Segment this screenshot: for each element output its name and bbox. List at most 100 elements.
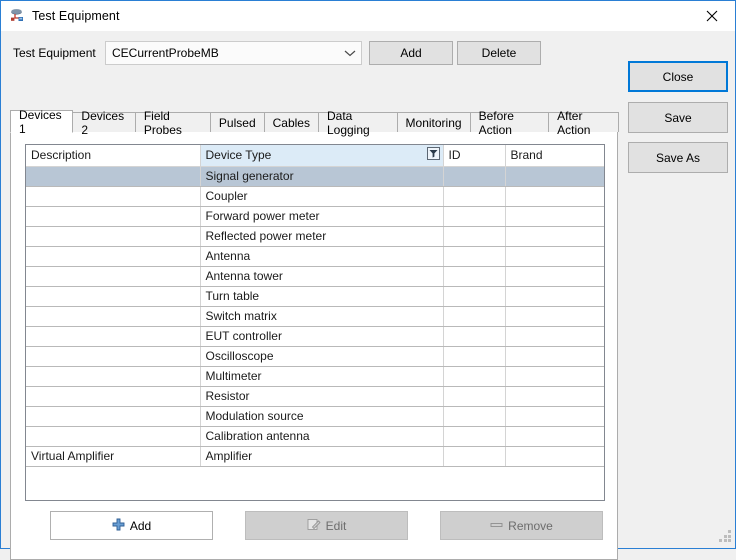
cell-brand[interactable]	[505, 206, 604, 226]
tab-devices-2[interactable]: Devices 2	[72, 112, 135, 132]
cell-device-type[interactable]: Switch matrix	[200, 306, 443, 326]
table-row[interactable]: Oscilloscope	[26, 346, 604, 366]
cell-device-type[interactable]: Antenna	[200, 246, 443, 266]
cell-device-type[interactable]: EUT controller	[200, 326, 443, 346]
table-row[interactable]: Multimeter	[26, 366, 604, 386]
table-row[interactable]: Turn table	[26, 286, 604, 306]
cell-id[interactable]	[443, 186, 505, 206]
cell-brand[interactable]	[505, 226, 604, 246]
cell-description[interactable]	[26, 246, 200, 266]
cell-device-type[interactable]: Reflected power meter	[200, 226, 443, 246]
cell-brand[interactable]	[505, 246, 604, 266]
cell-description[interactable]	[26, 426, 200, 446]
cell-device-type[interactable]: Resistor	[200, 386, 443, 406]
table-row[interactable]: Switch matrix	[26, 306, 604, 326]
delete-equipment-button[interactable]: Delete	[457, 41, 541, 65]
cell-device-type[interactable]: Forward power meter	[200, 206, 443, 226]
cell-id[interactable]	[443, 286, 505, 306]
cell-id[interactable]	[443, 306, 505, 326]
cell-device-type[interactable]: Multimeter	[200, 366, 443, 386]
tab-devices-1[interactable]: Devices 1	[10, 110, 73, 133]
close-button[interactable]: Close	[628, 61, 728, 92]
table-row[interactable]: Calibration antenna	[26, 426, 604, 446]
cell-brand[interactable]	[505, 306, 604, 326]
cell-device-type[interactable]: Oscilloscope	[200, 346, 443, 366]
close-icon[interactable]	[689, 1, 735, 31]
cell-brand[interactable]	[505, 426, 604, 446]
table-row[interactable]: Antenna tower	[26, 266, 604, 286]
cell-description[interactable]	[26, 186, 200, 206]
tab-pulsed[interactable]: Pulsed	[210, 112, 265, 132]
cell-brand[interactable]	[505, 186, 604, 206]
devices-grid[interactable]: DescriptionDevice TypeIDBrand Signal gen…	[25, 144, 605, 501]
resize-grip[interactable]	[719, 530, 732, 543]
cell-description[interactable]	[26, 266, 200, 286]
cell-description[interactable]	[26, 166, 200, 186]
equipment-select[interactable]: CECurrentProbeMB	[105, 41, 362, 65]
cell-description[interactable]	[26, 306, 200, 326]
cell-description[interactable]	[26, 386, 200, 406]
column-header-device-type[interactable]: Device Type	[200, 145, 443, 166]
column-header-brand[interactable]: Brand	[505, 145, 604, 166]
add-device-button[interactable]: Add	[50, 511, 213, 540]
cell-brand[interactable]	[505, 366, 604, 386]
table-row[interactable]: Signal generator	[26, 166, 604, 186]
cell-brand[interactable]	[505, 166, 604, 186]
cell-id[interactable]	[443, 386, 505, 406]
cell-device-type[interactable]: Turn table	[200, 286, 443, 306]
table-row[interactable]: Forward power meter	[26, 206, 604, 226]
edit-device-button[interactable]: Edit	[245, 511, 408, 540]
cell-description[interactable]: Virtual Amplifier	[26, 446, 200, 466]
remove-device-button[interactable]: Remove	[440, 511, 603, 540]
cell-id[interactable]	[443, 266, 505, 286]
save-button[interactable]: Save	[628, 102, 728, 133]
column-header-id[interactable]: ID	[443, 145, 505, 166]
cell-id[interactable]	[443, 166, 505, 186]
tab-monitoring[interactable]: Monitoring	[397, 112, 471, 132]
cell-device-type[interactable]: Antenna tower	[200, 266, 443, 286]
cell-id[interactable]	[443, 326, 505, 346]
cell-description[interactable]	[26, 206, 200, 226]
cell-device-type[interactable]: Calibration antenna	[200, 426, 443, 446]
cell-description[interactable]	[26, 326, 200, 346]
cell-id[interactable]	[443, 406, 505, 426]
cell-device-type[interactable]: Modulation source	[200, 406, 443, 426]
table-row[interactable]: Modulation source	[26, 406, 604, 426]
save-as-button[interactable]: Save As	[628, 142, 728, 173]
tab-data-logging[interactable]: Data Logging	[318, 112, 398, 132]
cell-device-type[interactable]: Coupler	[200, 186, 443, 206]
cell-description[interactable]	[26, 286, 200, 306]
cell-device-type[interactable]: Signal generator	[200, 166, 443, 186]
cell-device-type[interactable]: Amplifier	[200, 446, 443, 466]
cell-description[interactable]	[26, 346, 200, 366]
filter-icon[interactable]	[427, 147, 440, 160]
cell-brand[interactable]	[505, 386, 604, 406]
cell-brand[interactable]	[505, 266, 604, 286]
cell-id[interactable]	[443, 366, 505, 386]
cell-id[interactable]	[443, 446, 505, 466]
table-row[interactable]: Reflected power meter	[26, 226, 604, 246]
cell-description[interactable]	[26, 366, 200, 386]
tab-after-action[interactable]: After Action	[548, 112, 619, 132]
table-row[interactable]: Coupler	[26, 186, 604, 206]
cell-id[interactable]	[443, 426, 505, 446]
table-row[interactable]: Virtual AmplifierAmplifier	[26, 446, 604, 466]
cell-id[interactable]	[443, 206, 505, 226]
cell-description[interactable]	[26, 226, 200, 246]
cell-brand[interactable]	[505, 406, 604, 426]
cell-description[interactable]	[26, 406, 200, 426]
table-row[interactable]: Antenna	[26, 246, 604, 266]
cell-brand[interactable]	[505, 346, 604, 366]
cell-brand[interactable]	[505, 326, 604, 346]
cell-brand[interactable]	[505, 446, 604, 466]
tab-before-action[interactable]: Before Action	[470, 112, 550, 132]
cell-id[interactable]	[443, 346, 505, 366]
table-row[interactable]: Resistor	[26, 386, 604, 406]
cell-brand[interactable]	[505, 286, 604, 306]
table-row[interactable]: EUT controller	[26, 326, 604, 346]
add-equipment-button[interactable]: Add	[369, 41, 453, 65]
cell-id[interactable]	[443, 226, 505, 246]
column-header-description[interactable]: Description	[26, 145, 200, 166]
tab-field-probes[interactable]: Field Probes	[135, 112, 211, 132]
cell-id[interactable]	[443, 246, 505, 266]
